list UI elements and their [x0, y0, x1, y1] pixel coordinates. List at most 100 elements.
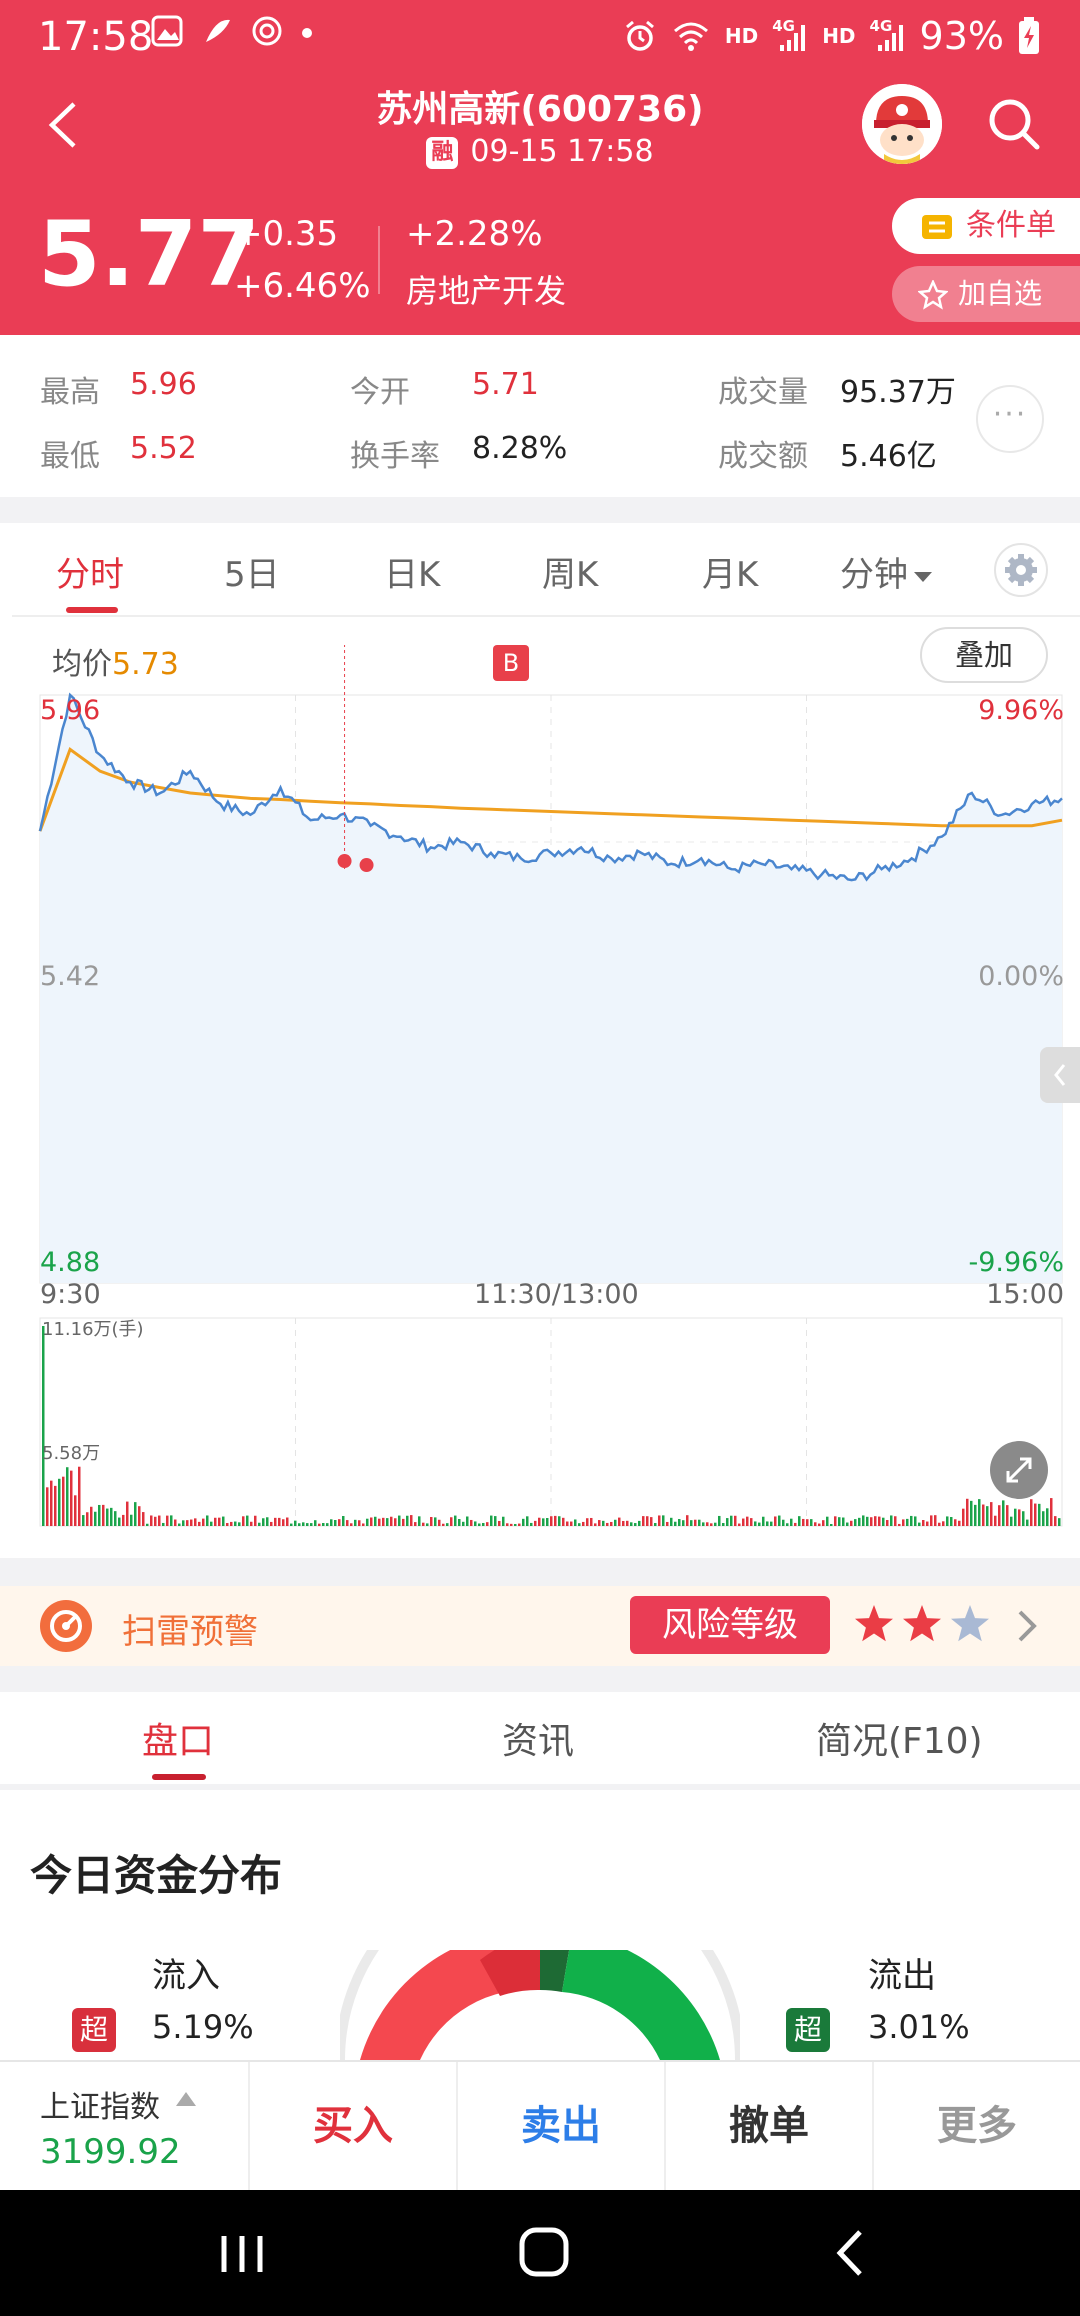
status-left-icons	[150, 14, 314, 48]
volume-bar	[898, 1523, 901, 1526]
star-outline-icon	[917, 278, 949, 310]
system-back-icon[interactable]	[830, 2228, 870, 2278]
inflow-label: 流入	[152, 1956, 220, 1996]
more-button[interactable]: 更多	[874, 2062, 1080, 2190]
volume-bar	[170, 1515, 173, 1526]
volume-bar	[950, 1517, 953, 1526]
volume-bar	[1054, 1516, 1057, 1526]
volume-bar	[362, 1523, 365, 1526]
volume-bar	[730, 1515, 733, 1526]
price-change-percent: +6.46%	[234, 266, 371, 306]
volume-bar	[78, 1466, 81, 1526]
volume-bar	[470, 1519, 473, 1526]
trade-toolbar: 上证指数 3199.92 买入 卖出 撤单 更多	[0, 2060, 1080, 2190]
recent-apps-icon[interactable]	[218, 2232, 268, 2276]
volume-bar	[422, 1522, 425, 1526]
volume-bar	[146, 1523, 149, 1526]
volume-bar	[262, 1518, 265, 1526]
volume-bar	[302, 1522, 305, 1526]
tab-f10[interactable]: 简况(F10)	[816, 1712, 983, 1764]
y-max-label: 5.96	[40, 695, 101, 726]
fund-flow-donut	[340, 1950, 740, 2060]
volume-bar	[266, 1517, 269, 1526]
battery-charging-icon	[1019, 17, 1039, 54]
expand-icon	[1006, 1457, 1032, 1483]
section-title: 今日资金分布	[30, 1851, 283, 1900]
more-stats-button[interactable]: ···	[976, 385, 1044, 453]
volume-bar	[922, 1520, 925, 1526]
cancel-order-button[interactable]: 撤单	[666, 2062, 872, 2190]
volume-bar	[934, 1515, 937, 1526]
volume-bar	[658, 1515, 661, 1526]
volume-bar	[918, 1522, 921, 1526]
volume-bar	[526, 1516, 529, 1526]
volume-bar	[90, 1506, 93, 1526]
home-icon[interactable]	[518, 2226, 572, 2280]
volume-bar	[978, 1499, 981, 1526]
index-value: 3199.92	[40, 2132, 181, 2172]
volume-bar	[818, 1523, 821, 1526]
volume-bar	[410, 1515, 413, 1526]
tab-order-book[interactable]: 盘口	[142, 1712, 214, 1764]
volume-bar	[434, 1517, 437, 1526]
volume-bar	[278, 1517, 281, 1526]
volume-bar	[626, 1520, 629, 1526]
buy-button[interactable]: 买入	[250, 2062, 456, 2190]
volume-bar	[1042, 1511, 1045, 1526]
alert-icon	[40, 1600, 92, 1652]
volume-bar	[190, 1519, 193, 1526]
index-ticker[interactable]: 上证指数 3199.92	[0, 2062, 248, 2190]
volume-bar	[962, 1508, 965, 1526]
signal-icon: 4G	[772, 17, 808, 53]
volume-bar	[282, 1519, 285, 1526]
volume-bar	[610, 1521, 613, 1526]
volume-bar	[458, 1519, 461, 1526]
volume-bar	[482, 1522, 485, 1526]
risk-alert-bar[interactable]: 扫雷预警 风险等级	[0, 1586, 1080, 1666]
volume-bar	[926, 1521, 929, 1526]
volume-bar	[454, 1515, 457, 1526]
sell-button[interactable]: 卖出	[458, 2062, 664, 2190]
volume-bar	[118, 1517, 121, 1526]
volume-bar	[1006, 1505, 1009, 1526]
vol-max-label: 11.16万(手)	[42, 1319, 144, 1340]
volume-bar	[598, 1520, 601, 1526]
volume-bar	[578, 1523, 581, 1526]
volume-bar	[394, 1518, 397, 1526]
trade-marker-badge[interactable]: B	[493, 645, 529, 681]
volume-bar	[758, 1522, 761, 1526]
volume-bar	[166, 1515, 169, 1526]
volume-bar	[650, 1517, 653, 1526]
volume-bar	[306, 1523, 309, 1526]
add-favorite-button[interactable]: 加自选	[892, 266, 1080, 322]
volume-bar	[114, 1511, 117, 1526]
outflow-badge: 超	[786, 2008, 830, 2052]
tab-news[interactable]: 资讯	[502, 1712, 574, 1764]
sector-name[interactable]: 房地产开发	[406, 266, 566, 312]
volume-bar	[746, 1516, 749, 1526]
volume-bar	[238, 1522, 241, 1526]
search-icon[interactable]	[986, 96, 1042, 152]
sector-change: +2.28%	[406, 214, 543, 254]
volume-bar	[590, 1517, 593, 1526]
expand-chart-button[interactable]	[990, 1441, 1048, 1499]
volume-bar	[122, 1514, 125, 1526]
volume-bar	[210, 1521, 213, 1526]
condition-order-button[interactable]: 条件单	[892, 198, 1080, 254]
intraday-chart[interactable]	[0, 523, 1080, 1558]
volume-bar	[782, 1519, 785, 1526]
volume-bar	[686, 1515, 689, 1526]
side-drawer-handle[interactable]	[1040, 1047, 1080, 1103]
volume-bar	[158, 1515, 161, 1526]
volume-bar	[42, 1326, 45, 1526]
volume-bar	[990, 1502, 993, 1526]
volume-bar	[986, 1506, 989, 1526]
mascot-avatar[interactable]	[862, 84, 942, 164]
volume-bar	[86, 1512, 89, 1526]
volume-bar	[966, 1498, 969, 1526]
volume-bar	[1058, 1518, 1061, 1526]
margin-badge: 融	[426, 136, 459, 169]
amount-label: 成交额	[718, 439, 808, 474]
volume-bar	[842, 1517, 845, 1526]
volume-bar	[230, 1521, 233, 1526]
